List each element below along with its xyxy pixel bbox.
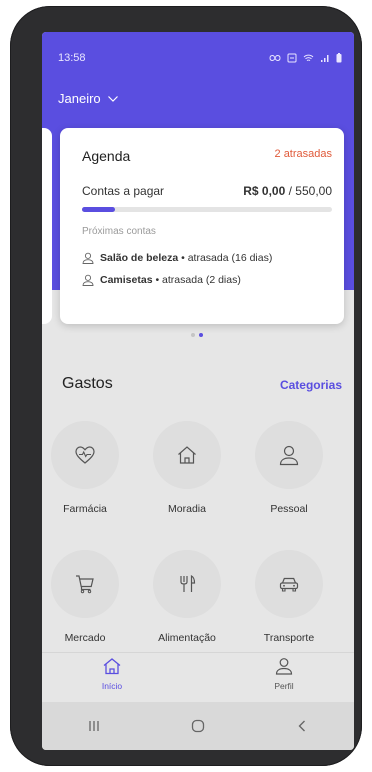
- wifi-icon: [303, 54, 314, 62]
- category-circle: [51, 550, 119, 618]
- month-label: Janeiro: [58, 91, 101, 106]
- chevron-down-icon: [107, 95, 118, 102]
- expenses-title: Gastos: [62, 375, 113, 392]
- phone-frame: 13:58 Janeiro Agenda 2 atrasadas Contas …: [10, 6, 362, 766]
- category-transporte[interactable]: Transporte: [239, 550, 339, 644]
- category-farmacia[interactable]: Farmácia: [42, 421, 135, 515]
- category-label: Farmácia: [63, 503, 107, 515]
- category-circle: [51, 421, 119, 489]
- category-circle: [255, 550, 323, 618]
- status-time: 13:58: [58, 52, 86, 64]
- category-circle: [153, 421, 221, 489]
- category-circle: [255, 421, 323, 489]
- house-icon: [103, 658, 121, 675]
- bill-name: Salão de beleza: [100, 252, 179, 264]
- person-icon: [275, 658, 293, 675]
- category-pessoal[interactable]: Pessoal: [239, 421, 339, 515]
- category-label: Pessoal: [270, 503, 308, 515]
- category-alimentacao[interactable]: Alimentação: [137, 550, 237, 644]
- nav-home-label: Início: [101, 681, 123, 691]
- carousel-dots: [191, 333, 203, 337]
- person-icon: [279, 445, 299, 466]
- app-screen: 13:58 Janeiro Agenda 2 atrasadas Contas …: [42, 32, 354, 750]
- nav-profile-label: Perfil: [274, 681, 294, 691]
- carousel-dot[interactable]: [191, 333, 195, 337]
- cart-icon: [76, 575, 94, 594]
- carousel-dot-active[interactable]: [199, 333, 203, 337]
- heart-pulse-icon: [75, 446, 95, 464]
- category-mercado[interactable]: Mercado: [42, 550, 135, 644]
- status-icons: [269, 53, 342, 63]
- signal-icon: [321, 55, 329, 62]
- nav-home[interactable]: Início: [82, 657, 142, 691]
- next-bill-item[interactable]: Salão de beleza • atrasada (16 dias): [82, 252, 272, 264]
- bills-progress-bar: [82, 207, 332, 212]
- category-label: Transporte: [263, 632, 315, 644]
- person-icon: [82, 274, 94, 286]
- recent-apps-icon[interactable]: [87, 719, 101, 733]
- bills-row: Contas a pagar R$ 0,00 / 550,00: [82, 184, 332, 198]
- category-circle: [153, 550, 221, 618]
- bills-label: Contas a pagar: [82, 184, 165, 198]
- house-icon: [178, 446, 196, 464]
- bills-progress-fill: [82, 207, 115, 212]
- category-label: Alimentação: [158, 632, 216, 644]
- month-selector[interactable]: Janeiro: [58, 91, 119, 106]
- bottom-nav: Início Perfil: [42, 652, 354, 703]
- back-icon[interactable]: [295, 719, 309, 733]
- agenda-title: Agenda: [82, 148, 131, 164]
- person-icon: [82, 252, 94, 264]
- category-label: Moradia: [168, 503, 206, 515]
- system-nav-bar: [42, 702, 354, 750]
- previous-card-peek[interactable]: [42, 128, 52, 324]
- bill-status: • atrasada (16 dias): [181, 252, 273, 264]
- bill-name: Camisetas: [100, 274, 153, 286]
- category-moradia[interactable]: Moradia: [137, 421, 237, 515]
- agenda-card[interactable]: Agenda 2 atrasadas Contas a pagar R$ 0,0…: [60, 128, 344, 324]
- battery-icon: [336, 53, 342, 63]
- home-button-icon[interactable]: [190, 718, 206, 734]
- late-badge: 2 atrasadas: [274, 148, 332, 160]
- category-label: Mercado: [64, 632, 106, 644]
- alarm-icon: [287, 53, 297, 63]
- next-bills-label: Próximas contas: [82, 226, 156, 237]
- status-bar: 13:58: [58, 48, 342, 68]
- bills-paid: R$ 0,00: [243, 184, 286, 198]
- categories-link[interactable]: Categorias: [280, 378, 342, 392]
- bills-total: / 550,00: [288, 184, 332, 198]
- bills-value: R$ 0,00 / 550,00: [243, 184, 332, 198]
- next-bill-item[interactable]: Camisetas • atrasada (2 dias): [82, 274, 241, 286]
- cutlery-icon: [180, 575, 196, 592]
- nav-profile[interactable]: Perfil: [254, 657, 314, 691]
- car-icon: [279, 577, 299, 592]
- link-icon: [269, 54, 281, 62]
- bill-status: • atrasada (2 dias): [155, 274, 241, 286]
